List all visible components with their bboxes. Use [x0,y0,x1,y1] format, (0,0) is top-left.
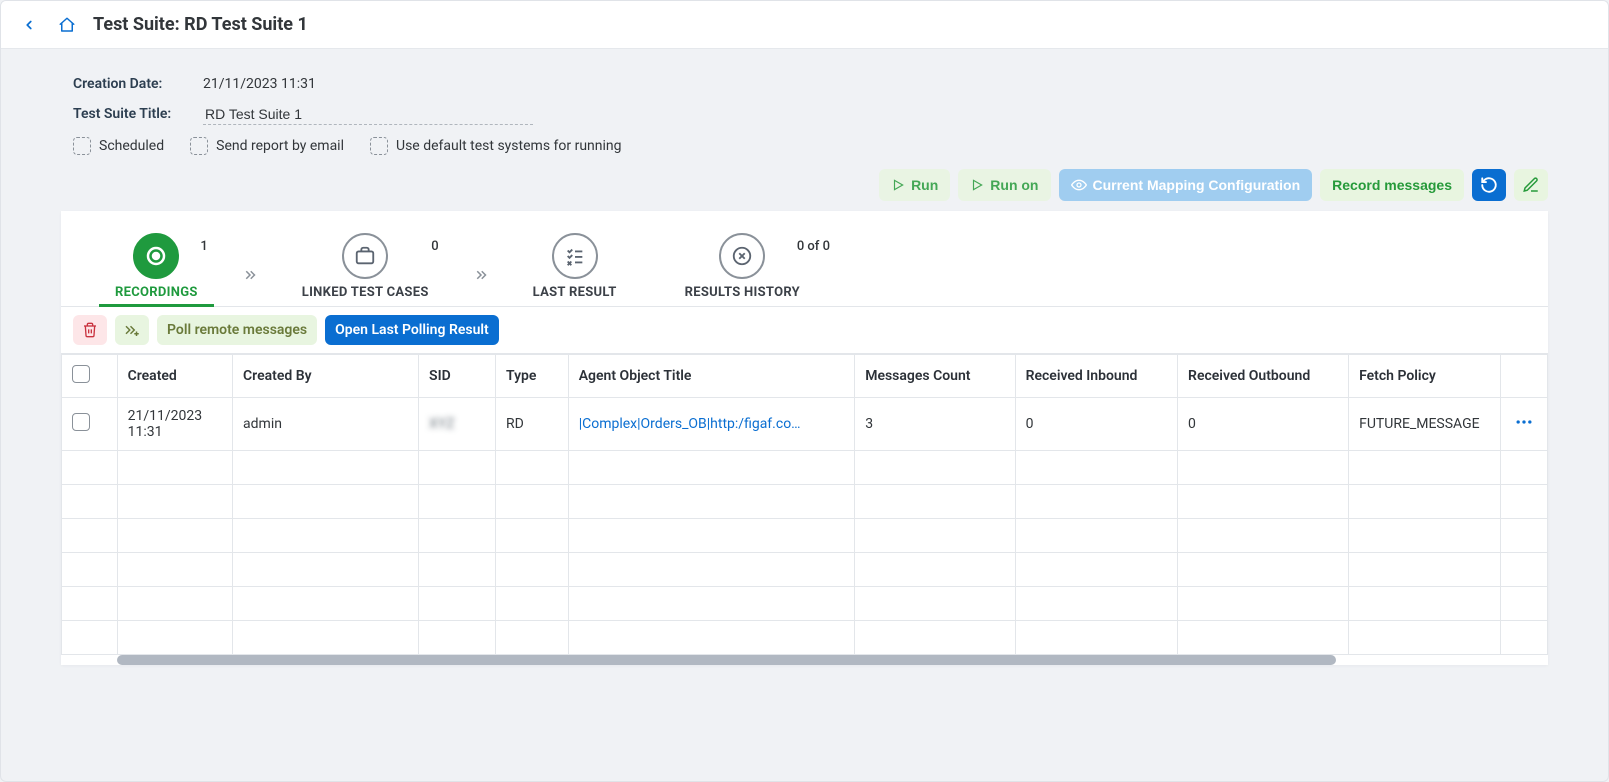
horizontal-scrollbar[interactable] [61,655,1548,665]
delete-button[interactable] [73,315,107,345]
tab-recordings[interactable]: 1 RECORDINGS [81,233,232,306]
col-created-by[interactable]: Created By [233,355,419,398]
tab-last-result-label: LAST RESULT [533,285,617,300]
col-messages[interactable]: Messages Count [855,355,1015,398]
cell-fetch: FUTURE_MESSAGE [1349,398,1501,451]
tab-linked-label: LINKED TEST CASES [302,285,429,300]
back-button[interactable] [17,13,41,37]
table-row [62,553,1548,587]
suite-title-label: Test Suite Title: [73,106,203,122]
col-inbound[interactable]: Received Inbound [1015,355,1177,398]
cell-messages: 3 [855,398,1015,451]
run-on-button[interactable]: Run on [958,169,1050,201]
chevrons-right-icon [241,266,259,284]
creation-date-label: Creation Date: [73,76,203,92]
col-type[interactable]: Type [496,355,569,398]
mapping-config-label: Current Mapping Configuration [1093,177,1301,193]
tab-separator [232,266,268,306]
record-messages-button[interactable]: Record messages [1320,169,1464,201]
table-header-row: Created Created By SID Type Agent Object… [62,355,1548,398]
creation-date-value: 21/11/2023 11:31 [203,76,316,92]
cell-type: RD [496,398,569,451]
default-systems-checkbox[interactable]: Use default test systems for running [370,137,622,155]
col-outbound[interactable]: Received Outbound [1178,355,1349,398]
home-button[interactable] [55,13,79,37]
checkbox-icon [190,137,208,155]
cell-created: 21/11/2023 11:31 [117,398,232,451]
suite-title-input[interactable] [203,104,533,125]
scrollbar-thumb[interactable] [117,655,1336,665]
close-circle-icon [731,245,753,267]
select-all-checkbox[interactable] [72,365,90,383]
send-email-label: Send report by email [216,138,344,154]
col-agent[interactable]: Agent Object Title [568,355,855,398]
history-count: 0 of 0 [797,239,830,254]
tab-separator [463,266,499,306]
recordings-count: 1 [200,239,207,254]
table-row[interactable]: 21/11/2023 11:31 admin XYZ RD |Complex|O… [62,398,1548,451]
tab-linked-test-cases[interactable]: 0 LINKED TEST CASES [268,233,463,306]
tab-history-label: RESULTS HISTORY [685,285,800,300]
linked-count: 0 [431,239,438,254]
poll-remote-button[interactable]: Poll remote messages [157,315,317,345]
cell-inbound: 0 [1015,398,1177,451]
home-icon [58,16,76,34]
table-row [62,519,1548,553]
play-icon [891,178,905,192]
run-on-label: Run on [990,177,1038,193]
record-icon [144,244,168,268]
col-created[interactable]: Created [117,355,232,398]
col-fetch[interactable]: Fetch Policy [1349,355,1501,398]
checkbox-icon [73,137,91,155]
tab-last-result[interactable]: LAST RESULT [499,233,651,306]
row-actions-button[interactable] [1500,398,1547,451]
cell-created-by: admin [233,398,419,451]
play-icon [970,178,984,192]
recordings-table: Created Created By SID Type Agent Object… [61,354,1548,655]
scheduled-label: Scheduled [99,138,164,154]
run-label: Run [911,177,938,193]
record-messages-label: Record messages [1332,177,1452,193]
table-row [62,485,1548,519]
table-row [62,587,1548,621]
briefcase-icon [354,245,376,267]
pencil-icon [1522,176,1540,194]
tab-results-history[interactable]: 0 of 0 RESULTS HISTORY [651,233,834,306]
open-last-polling-button[interactable]: Open Last Polling Result [325,315,499,345]
add-polling-button[interactable] [115,315,149,345]
trash-icon [82,322,98,338]
row-checkbox[interactable] [72,413,90,431]
eye-icon [1071,177,1087,193]
more-horizontal-icon [1514,412,1534,432]
cell-agent-link[interactable]: |Complex|Orders_OB|http:/figaf.co… [568,398,855,451]
tab-recordings-label: RECORDINGS [115,285,198,300]
default-systems-label: Use default test systems for running [396,138,622,154]
send-email-checkbox[interactable]: Send report by email [190,137,344,155]
mapping-config-button[interactable]: Current Mapping Configuration [1059,169,1313,201]
scheduled-checkbox[interactable]: Scheduled [73,137,164,155]
cell-sid: XYZ [419,398,496,451]
edit-button[interactable] [1514,169,1548,201]
open-last-polling-label: Open Last Polling Result [335,322,489,338]
poll-remote-label: Poll remote messages [167,322,307,338]
checklist-icon [564,245,586,267]
chevrons-right-icon [472,266,490,284]
refresh-button[interactable] [1472,169,1506,201]
cell-outbound: 0 [1178,398,1349,451]
refresh-icon [1480,176,1498,194]
page-title: Test Suite: RD Test Suite 1 [93,14,308,35]
table-row [62,451,1548,485]
checkbox-icon [370,137,388,155]
chevron-left-icon [22,18,36,32]
run-button[interactable]: Run [879,169,950,201]
table-row [62,621,1548,655]
col-sid[interactable]: SID [419,355,496,398]
chevrons-plus-icon [123,321,141,339]
